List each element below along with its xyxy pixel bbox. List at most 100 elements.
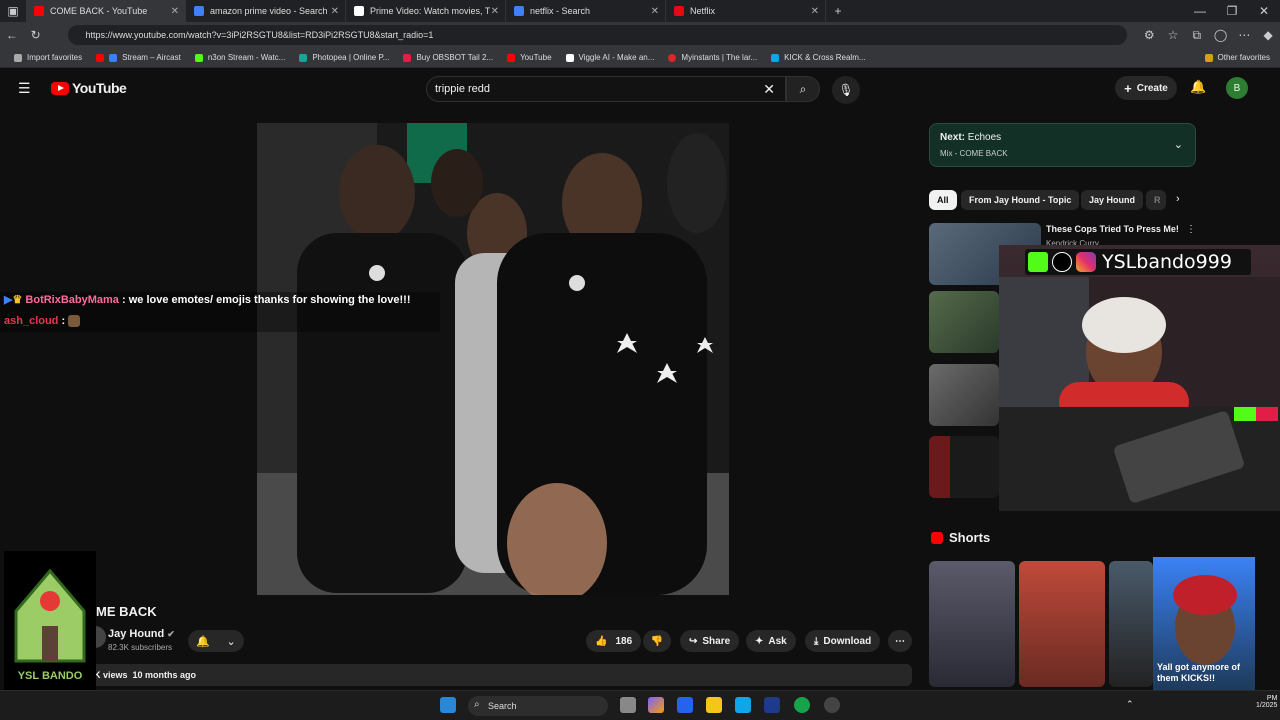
bookmark-photopea[interactable]: Photopea | Online P... [299,53,389,62]
like-button[interactable]: 👍 186 [586,630,641,652]
store-icon[interactable] [677,697,693,713]
file-explorer-icon[interactable] [706,697,722,713]
favorites-icon[interactable]: ☆ [1161,28,1185,42]
back-icon[interactable]: ← [0,28,24,42]
close-tab-icon[interactable]: ✕ [811,6,819,17]
tab-prime-video[interactable]: Prime Video: Watch movies, TV sh ✕ [346,0,506,22]
search-button[interactable]: ⌕ [786,76,820,102]
copilot-icon[interactable]: ◆ [1256,28,1280,42]
share-button[interactable]: ↪ Share [680,630,740,652]
chat-message: ash_cloud : [4,315,81,328]
bookmark-import-favorites[interactable]: Import favorites [14,53,82,62]
close-window-icon[interactable]: ✕ [1248,4,1280,18]
bookmark-label: Stream – Aircast [122,53,181,62]
download-button[interactable]: ⤓ Download [805,630,881,652]
bookmark-kick-cross[interactable]: KICK & Cross Realm... [771,53,866,62]
bookmark-aircast[interactable]: Stream – Aircast [96,53,181,62]
tab-netflix[interactable]: Netflix ✕ [666,0,826,22]
channel-name[interactable]: Jay Hound ✔ [108,628,175,640]
bookmark-viggle[interactable]: Viggle AI - Make an... [565,53,654,62]
expand-chevron-icon[interactable]: ⌄ [1174,138,1183,151]
other-favorites[interactable]: Other favorites [1204,53,1270,62]
bookmark-obsbot[interactable]: Buy OBSBOT Tail 2... [403,53,493,62]
extensions-icon[interactable]: ⚙ [1137,28,1161,42]
chip-more[interactable]: R [1146,190,1166,210]
search-icon: ⌕ [474,699,480,710]
recommended-title[interactable]: These Cops Tried To Press Me! [1046,224,1179,234]
notifications-bell-icon[interactable]: 🔔 [1190,79,1206,95]
office-icon[interactable] [764,697,780,713]
up-next-panel[interactable]: Next: Echoes Mix - COME BACK ⌄ [929,123,1196,167]
maximize-icon[interactable]: ❐ [1216,4,1248,18]
tab-amazon-search[interactable]: amazon prime video - Search ✕ [186,0,346,22]
more-menu-icon[interactable]: ⋯ [1232,28,1256,42]
ysl-house-logo-icon: YSL BANDO [14,568,86,682]
bookmark-myinstants[interactable]: Myinstants | The lar... [668,53,757,62]
search-value: trippie redd [435,83,491,95]
outlook-icon[interactable] [735,697,751,713]
ask-button[interactable]: ✦ Ask [746,630,796,652]
close-tab-icon[interactable]: ✕ [171,6,179,17]
voice-search-button[interactable]: 🎙 [832,76,860,104]
account-avatar[interactable]: B [1226,77,1248,99]
url-field[interactable]: https://www.youtube.com/watch?v=3iPi2RSG… [67,25,1128,45]
close-tab-icon[interactable]: ✕ [331,6,339,17]
social-handle-banner: YSLbando999 [1025,249,1251,275]
chip-label: All [937,195,949,205]
recommended-thumbnail[interactable] [929,291,999,353]
address-bar-row: ← ↻ https://www.youtube.com/watch?v=3iPi… [0,22,1280,48]
channel-name-text: Jay Hound [108,628,165,640]
short-thumbnail[interactable] [1109,561,1153,687]
bell-icon: 🔔 [196,635,210,648]
short-thumbnail[interactable] [929,561,1015,687]
copilot-app-icon[interactable] [648,697,664,713]
create-button[interactable]: + Create [1115,76,1177,100]
chip-all[interactable]: All [929,190,957,210]
bookmark-n3on[interactable]: n3on Stream - Watc... [194,53,285,62]
tab-youtube[interactable]: COME BACK - YouTube ✕ [26,0,186,22]
recommended-thumbnail[interactable] [929,364,999,426]
youtube-play-logo-icon [51,81,69,95]
tray-chevron-icon[interactable]: ⌃ [1126,699,1134,710]
windows-start-icon[interactable] [440,697,456,713]
task-view-icon[interactable] [620,697,636,713]
tiktok-logo-icon [1052,252,1072,272]
refresh-icon[interactable]: ↻ [24,28,48,42]
chips-next-chevron-icon[interactable]: › [1176,193,1180,205]
kick-icon [194,53,203,62]
tab-netflix-search[interactable]: netflix - Search ✕ [506,0,666,22]
tray-clock[interactable]: PM 1/2025 [1256,695,1277,709]
close-tab-icon[interactable]: ✕ [651,6,659,17]
search-input[interactable]: trippie redd ✕ [426,76,786,102]
window-menu-icon[interactable]: ▣ [0,4,26,18]
youtube-icon [507,53,516,62]
chat-username: BotRixBabyMama [25,294,119,306]
profile-icon[interactable]: ◯ [1209,28,1233,42]
social-handle-text: YSLbando999 [1102,251,1232,273]
edge-icon[interactable] [794,697,810,713]
obs-icon[interactable] [824,697,840,713]
more-actions-button[interactable]: ⋯ [888,630,912,652]
close-tab-icon[interactable]: ✕ [491,6,499,17]
video-frame-image [257,123,729,595]
clear-search-icon[interactable]: ✕ [763,81,775,98]
windows-taskbar: ⌕ Search ⌃ PM 1/2025 [0,690,1280,720]
taskbar-search[interactable]: ⌕ Search [468,696,608,716]
verified-icon: ✔ [167,629,175,639]
dislike-button[interactable]: 👎 [643,630,671,652]
minimize-icon[interactable]: — [1184,4,1216,18]
collections-icon[interactable]: ⧉ [1185,28,1209,43]
bookmark-youtube[interactable]: YouTube [507,53,552,62]
youtube-logo[interactable]: YouTube [51,80,127,96]
video-player[interactable] [257,123,729,595]
video-description-box[interactable]: K views 10 months ago [90,664,912,686]
subscribed-bell-button[interactable]: 🔔 ⌄ [188,630,244,652]
short-thumbnail[interactable] [1019,561,1105,687]
new-tab-icon[interactable]: + [826,4,850,18]
chip-jay-hound[interactable]: Jay Hound [1081,190,1144,210]
recommended-thumbnail[interactable] [929,436,999,498]
share-label: Share [702,635,731,647]
hamburger-menu-icon[interactable]: ☰ [18,80,31,97]
recommended-more-icon[interactable]: ⋮ [1186,224,1196,235]
chip-from-jay-hound[interactable]: From Jay Hound - Topic [961,190,1080,210]
